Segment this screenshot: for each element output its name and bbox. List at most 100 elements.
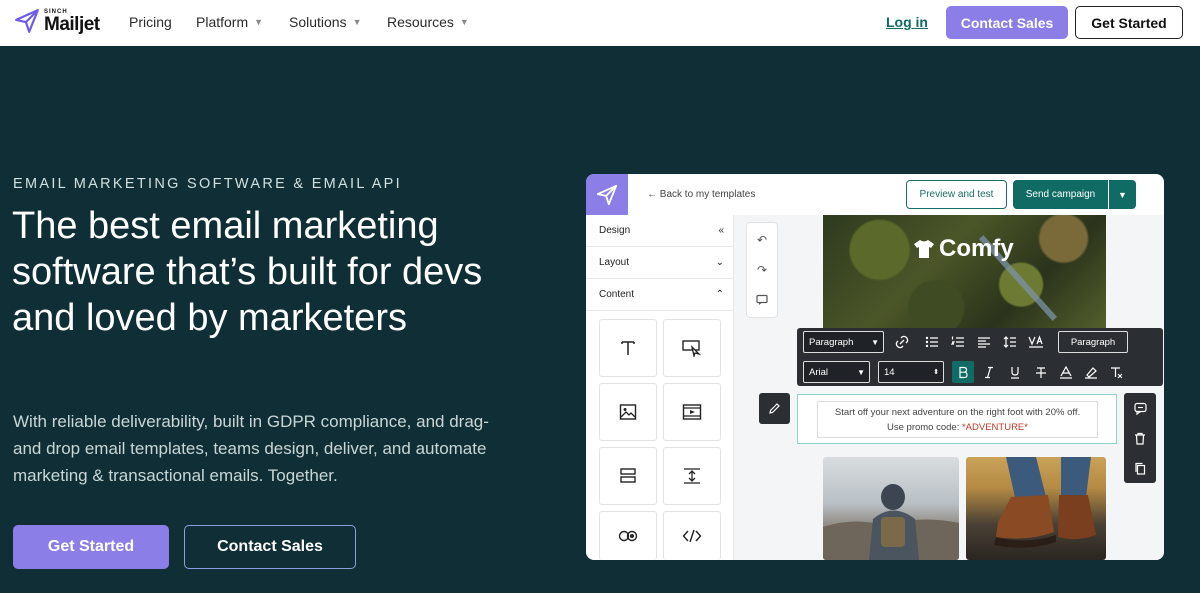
section-icon (620, 468, 636, 483)
button-icon (682, 340, 702, 357)
chevron-down-icon: ▼ (1118, 189, 1127, 200)
html-icon (682, 529, 702, 543)
nav-solutions-label: Solutions (289, 14, 347, 30)
sidebar-item-label: Design (599, 225, 631, 236)
sidebar-item-label: Content (599, 289, 635, 300)
stepper-icon: ⬍ (933, 369, 939, 376)
pencil-icon (769, 403, 780, 414)
hero-headline: The best email marketing software that’s… (12, 205, 483, 339)
tshirt-icon (914, 240, 934, 258)
unlink-icon[interactable] (891, 331, 913, 353)
font-size-value: 14 (884, 366, 895, 378)
image-block-tile[interactable] (599, 383, 657, 441)
image-icon (619, 404, 637, 420)
comment-icon[interactable] (1124, 393, 1156, 423)
bold-icon[interactable] (952, 361, 974, 383)
chevron-down-icon: ▼ (352, 17, 362, 27)
promo-prefix: Use promo code: (887, 422, 962, 433)
hiker-illustration (823, 484, 959, 560)
sidebar-item-content[interactable]: Content ⌃ (586, 279, 734, 311)
email-editor-preview: ← Back to my templates Preview and test … (586, 174, 1164, 560)
sidebar-item-layout[interactable]: Layout ⌄ (586, 247, 734, 279)
editor-sidebar: Design « Layout ⌄ Content ⌃ (586, 215, 734, 560)
nav-pricing-label: Pricing (129, 14, 172, 30)
hero-subtext: With reliable deliverability, built in G… (13, 412, 489, 485)
block-actions (1124, 393, 1156, 483)
sidebar-item-design[interactable]: Design « (586, 215, 734, 247)
video-icon (682, 404, 702, 420)
text-block-content[interactable]: Start off your next adventure on the rig… (817, 401, 1098, 438)
redo-icon[interactable]: ↷ (747, 255, 777, 285)
strikethrough-icon[interactable] (1030, 361, 1052, 383)
send-campaign-button[interactable]: Send campaign (1013, 180, 1108, 209)
text-format-toolbar: Paragraph ▼ Paragraph Arial ▼ 14 ⬍ (797, 328, 1163, 386)
font-size-stepper[interactable]: 14 ⬍ (878, 361, 944, 383)
block-type-select[interactable]: Paragraph ▼ (803, 331, 884, 353)
chevron-up-icon: ⌃ (715, 289, 724, 300)
paper-plane-icon (596, 184, 618, 205)
text-icon (621, 341, 635, 355)
chevron-down-icon: ▼ (871, 337, 879, 347)
nav-platform[interactable]: Platform ▼ (196, 14, 263, 30)
chevron-down-icon: ▼ (857, 367, 865, 377)
comment-icon[interactable] (747, 285, 777, 315)
boots-photo[interactable] (966, 457, 1106, 560)
video-block-tile[interactable] (663, 383, 721, 441)
trash-icon[interactable] (1124, 423, 1156, 453)
brand-name: Comfy (939, 235, 1014, 262)
get-started-button[interactable]: Get Started (13, 525, 169, 569)
social-icon (618, 530, 638, 542)
contact-sales-button[interactable]: Contact Sales (184, 525, 356, 569)
highlight-icon[interactable] (1080, 361, 1102, 383)
duplicate-icon[interactable] (1124, 453, 1156, 483)
paper-plane-icon (15, 9, 39, 33)
paragraph-style-button[interactable]: Paragraph (1058, 331, 1128, 353)
spacer-icon (684, 468, 700, 484)
login-link[interactable]: Log in (886, 14, 928, 30)
align-left-icon[interactable] (973, 331, 995, 353)
spacer-block-tile[interactable] (663, 447, 721, 505)
history-tools: ↶ ↷ (746, 222, 778, 318)
text-color-icon[interactable] (1055, 361, 1077, 383)
block-type-value: Paragraph (809, 336, 854, 348)
edit-block-button[interactable] (759, 393, 790, 424)
numbered-list-icon[interactable] (947, 331, 969, 353)
font-family-value: Arial (809, 366, 829, 378)
collapse-icon: « (718, 225, 724, 236)
email-hero-image[interactable]: Comfy (823, 215, 1106, 331)
font-family-select[interactable]: Arial ▼ (803, 361, 870, 383)
italic-icon[interactable] (978, 361, 1000, 383)
nav-solutions[interactable]: Solutions ▼ (289, 14, 362, 30)
social-block-tile[interactable] (599, 511, 657, 560)
undo-icon[interactable]: ↶ (747, 225, 777, 255)
mailjet-logo[interactable]: SINCH Mailjet (14, 8, 100, 34)
promo-code-line: Use promo code: *ADVENTURE* (818, 420, 1097, 435)
letter-spacing-icon[interactable] (1025, 331, 1047, 353)
clear-format-icon[interactable] (1105, 361, 1127, 383)
line-height-icon[interactable] (999, 331, 1021, 353)
editor-logo (586, 174, 628, 215)
text-block-tile[interactable] (599, 319, 657, 377)
sidebar-item-label: Layout (599, 257, 630, 268)
section-block-tile[interactable] (599, 447, 657, 505)
underline-icon[interactable] (1004, 361, 1026, 383)
chevron-down-icon: ▼ (254, 17, 264, 27)
hiker-photo[interactable] (823, 457, 959, 560)
promo-line: Start off your next adventure on the rig… (834, 407, 1081, 418)
hero-eyebrow: EMAIL MARKETING SOFTWARE & EMAIL API (13, 176, 402, 192)
back-to-templates-link[interactable]: ← Back to my templates (647, 189, 755, 200)
nav-platform-label: Platform (196, 14, 249, 30)
html-block-tile[interactable] (663, 511, 721, 560)
contact-sales-nav-button[interactable]: Contact Sales (946, 6, 1068, 39)
preview-and-test-button[interactable]: Preview and test (906, 180, 1007, 209)
button-block-tile[interactable] (663, 319, 721, 377)
top-nav: SINCH Mailjet Pricing Platform ▼ Solutio… (0, 0, 1200, 46)
promo-code: *ADVENTURE* (961, 422, 1028, 433)
nav-resources[interactable]: Resources ▼ (387, 14, 469, 30)
nav-pricing[interactable]: Pricing (129, 14, 172, 30)
boots-illustration (994, 457, 1096, 548)
selected-text-block[interactable]: Start off your next adventure on the rig… (797, 394, 1117, 444)
bullet-list-icon[interactable] (921, 331, 943, 353)
send-options-dropdown[interactable]: ▼ (1109, 180, 1136, 209)
get-started-nav-button[interactable]: Get Started (1075, 6, 1183, 39)
